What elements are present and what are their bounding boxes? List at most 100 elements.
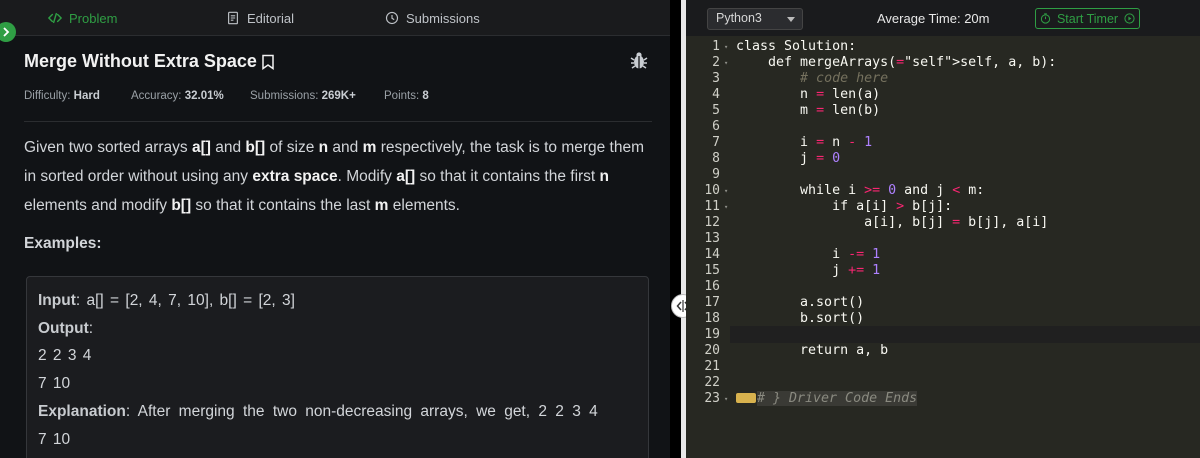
code-line[interactable]: i = n - 1 (736, 135, 872, 151)
desc-bold: n (599, 168, 610, 185)
points-value: 8 (422, 90, 429, 102)
tab-bar: Problem Editorial Submissions (0, 0, 670, 36)
desc-text: and (210, 139, 246, 156)
tab-editorial-label: Editorial (247, 10, 294, 26)
code-line[interactable]: i -= 1 (736, 247, 880, 263)
desc-bold: m (362, 139, 377, 156)
bug-report-icon[interactable] (630, 51, 648, 71)
problem-description: Given two sorted arrays a[] and b[] of s… (24, 133, 649, 220)
code-line[interactable]: class Solution: (736, 39, 856, 55)
code-line[interactable]: return a, b (736, 343, 888, 359)
play-circle-icon (1124, 13, 1135, 24)
document-icon (228, 11, 238, 25)
code-line[interactable]: a.sort() (736, 295, 864, 311)
line-number: 16 (704, 279, 720, 294)
start-timer-button[interactable]: Start Timer (1035, 8, 1140, 29)
code-line[interactable]: # } Driver Code Ends (736, 391, 918, 407)
desc-text: so that it contains the last (191, 197, 375, 214)
code-line[interactable]: n = len(a) (736, 87, 880, 103)
chevron-right-icon (3, 27, 10, 37)
timer-icon (1040, 13, 1051, 24)
problem-panel: Problem Editorial Submissions Merge With… (0, 0, 670, 458)
code-line[interactable]: j = 0 (736, 151, 840, 167)
start-timer-label: Start Timer (1056, 11, 1119, 26)
fold-toggle-icon[interactable]: ▾ (724, 55, 732, 71)
line-number: 5 (712, 103, 720, 118)
tab-problem[interactable]: Problem (48, 0, 117, 36)
line-number: 15 (704, 263, 720, 278)
bookmark-icon[interactable] (261, 54, 275, 70)
line-number: 12 (704, 215, 720, 230)
editor-panel: Python3 Average Time: 20m Start Timer 1 ▾… (686, 0, 1200, 458)
fold-toggle-icon[interactable]: ▾ (724, 391, 732, 407)
tab-problem-label: Problem (69, 10, 118, 26)
output-line-1: 2 2 3 4 (38, 347, 92, 365)
language-value: Python3 (716, 11, 762, 25)
output-line-2: 7 10 (38, 375, 71, 393)
explanation-text: : After merging the two non-decreasing a… (125, 402, 598, 420)
line-number: 17 (704, 295, 720, 310)
problem-title-text: Merge Without Extra Space (24, 51, 257, 71)
code-line[interactable]: b.sort() (736, 311, 864, 327)
example-explanation: Explanation: After merging the two non-d… (38, 398, 637, 426)
tab-editorial[interactable]: Editorial (226, 0, 294, 36)
example-box: Input: a[] = [2, 4, 7, 10], b[] = [2, 3]… (26, 276, 649, 458)
accuracy-label: Accuracy: (131, 90, 182, 102)
accuracy: Accuracy: 32.01% (131, 90, 224, 102)
code-line[interactable]: if a[i] > b[j]: (736, 199, 952, 215)
submissions-label: Submissions: (250, 90, 319, 102)
desc-bold: b[] (245, 139, 266, 156)
output-label: Output (38, 319, 89, 337)
output-colon: : (88, 319, 94, 337)
line-number: 3 (712, 71, 720, 86)
folded-code-icon[interactable] (736, 393, 756, 403)
problem-title: Merge Without Extra Space (24, 51, 275, 72)
input-value: : a[] = [2, 4, 7, 10], b[] = [2, 3] (75, 292, 295, 309)
input-label: Input (38, 292, 76, 309)
code-line[interactable]: # code here (736, 71, 888, 87)
code-line[interactable]: def mergeArrays(="self">self, a, b): (736, 55, 1056, 71)
line-number: 19 (704, 327, 720, 342)
line-number: 13 (704, 231, 720, 246)
desc-bold: m (374, 197, 389, 214)
line-number: 9 (712, 167, 720, 182)
active-line-highlight (730, 326, 1200, 343)
desc-bold: extra space (252, 168, 338, 185)
example-output-label: Output: (38, 315, 637, 343)
code-line[interactable]: while i >= 0 and j < m: (736, 183, 984, 199)
line-number: 21 (704, 359, 720, 374)
tab-submissions[interactable]: Submissions (385, 0, 480, 36)
fold-toggle-icon[interactable]: ▾ (724, 199, 732, 215)
submissions-value: 269K+ (321, 90, 356, 102)
chevron-down-icon (787, 17, 795, 22)
example-input: Input: a[] = [2, 4, 7, 10], b[] = [2, 3] (38, 287, 637, 315)
fold-toggle-icon[interactable]: ▾ (724, 183, 732, 199)
desc-text: elements and modify (24, 197, 172, 214)
desc-text: elements. (388, 197, 460, 214)
difficulty: Difficulty: Hard (24, 90, 100, 102)
desc-bold: n (318, 139, 329, 156)
code-line[interactable]: a[i], b[j] = b[j], a[i] (736, 215, 1048, 231)
difficulty-label: Difficulty: (24, 90, 71, 102)
line-number: 18 (704, 311, 720, 326)
desc-text: Given two sorted arrays (24, 139, 192, 156)
desc-text: and (328, 139, 363, 156)
line-number: 14 (704, 247, 720, 262)
language-select[interactable]: Python3 (707, 8, 803, 30)
collapse-panel-button[interactable] (0, 22, 16, 42)
code-editor[interactable]: 1 ▾ 2 ▾ 3 4 5 6 7 8 9 10 ▾ 11 ▾ 12 13 14 15 16 17 18 19 20 21 22 2… (686, 36, 1200, 458)
explanation-line-2: 7 10 (38, 430, 71, 448)
editor-toolbar: Python3 Average Time: 20m Start Timer (686, 0, 1200, 36)
desc-text: so that it contains the first (415, 168, 600, 185)
difficulty-value: Hard (73, 90, 100, 102)
points: Points: 8 (384, 90, 429, 102)
line-number: 8 (712, 151, 720, 166)
line-number: 4 (712, 87, 720, 102)
accuracy-value: 32.01% (184, 90, 224, 102)
desc-text: . Modify (337, 168, 397, 185)
code-line[interactable]: j += 1 (736, 263, 880, 279)
clock-icon (385, 11, 399, 25)
tab-submissions-label: Submissions (406, 10, 480, 26)
fold-toggle-icon[interactable]: ▾ (724, 39, 732, 55)
code-line[interactable]: m = len(b) (736, 103, 880, 119)
